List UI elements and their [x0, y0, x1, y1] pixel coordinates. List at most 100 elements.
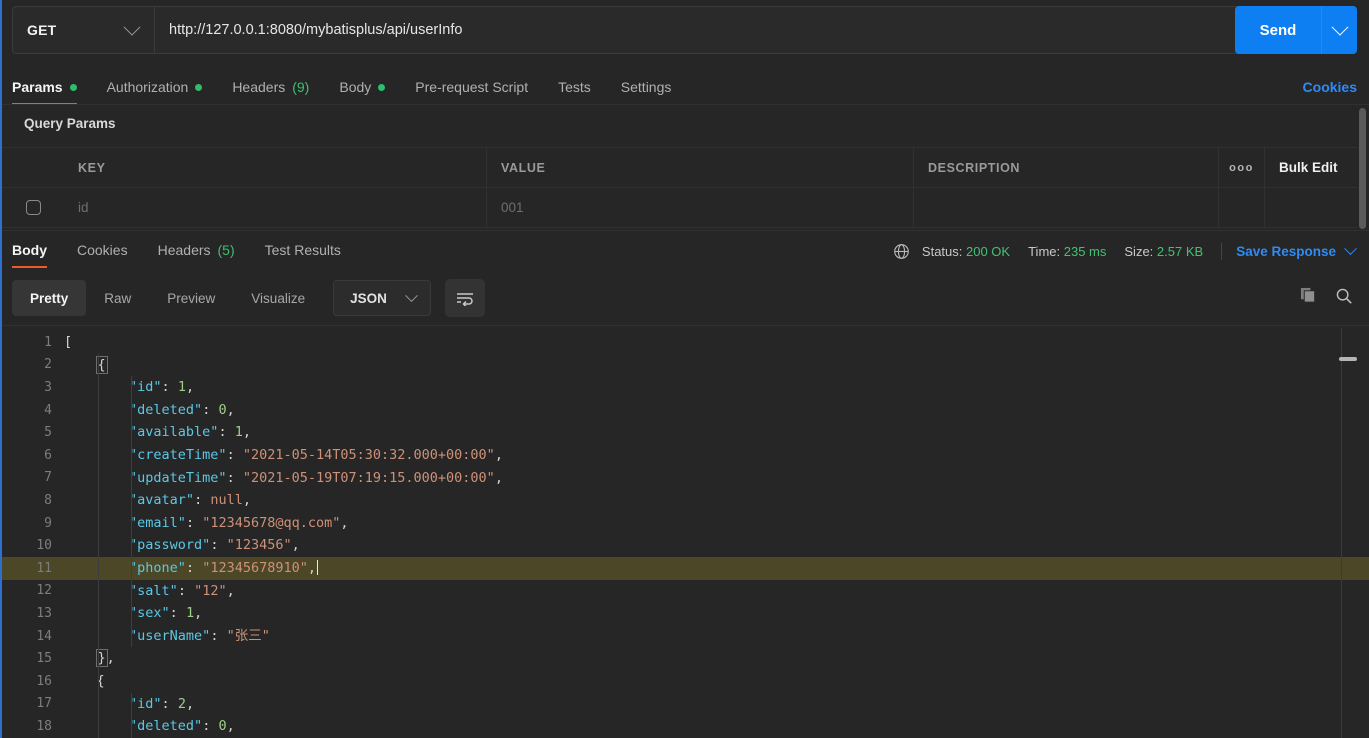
tab-label: Test Results: [264, 242, 341, 258]
code-line: 12 "salt": "12",: [2, 580, 1369, 603]
code-token: ,: [194, 605, 203, 622]
unsaved-dot-icon: [195, 83, 203, 91]
query-params-scrollbar[interactable]: [1359, 108, 1366, 229]
code-token: "available": [129, 424, 219, 441]
row-checkbox-cell: [2, 188, 64, 228]
code-text: "password": "123456",: [64, 534, 300, 557]
response-format-select[interactable]: JSON: [333, 280, 431, 316]
indent-guide: [98, 353, 99, 670]
code-token: ,: [242, 492, 251, 509]
search-button[interactable]: [1335, 287, 1353, 310]
code-text: "userName": "张三": [64, 625, 270, 648]
code-token: 0: [218, 401, 227, 418]
response-tab-body[interactable]: Body: [12, 242, 47, 268]
line-number: 5: [44, 425, 52, 441]
code-line: 10 "password": "123456",: [2, 534, 1369, 557]
url-input[interactable]: http://127.0.0.1:8080/mybatisplus/api/us…: [154, 6, 1357, 54]
copy-button[interactable]: [1300, 287, 1317, 309]
response-body-scrollbar[interactable]: [1339, 357, 1357, 361]
tab-tests[interactable]: Tests: [558, 79, 591, 105]
code-token: :: [161, 695, 178, 712]
row-description-input[interactable]: [914, 187, 1219, 228]
row-key-input[interactable]: id: [64, 187, 487, 228]
chevron-down-icon: [404, 288, 418, 302]
code-token: ,: [226, 582, 235, 599]
code-token: :: [202, 718, 219, 735]
code-token: 1: [185, 605, 195, 622]
code-token: "张三": [226, 627, 270, 644]
row-value-input[interactable]: 001: [487, 187, 914, 228]
divider: [2, 104, 1369, 105]
code-line: 11 "phone": "12345678910",: [2, 556, 1369, 580]
http-method-label: GET: [27, 22, 57, 38]
view-mode-visualize[interactable]: Visualize: [233, 280, 323, 316]
response-tab-cookies[interactable]: Cookies: [77, 242, 128, 268]
code-token: ,: [307, 559, 317, 576]
response-tab-test-results[interactable]: Test Results: [265, 242, 341, 268]
tab-settings[interactable]: Settings: [621, 79, 672, 105]
size-value: 2.57 KB: [1156, 244, 1204, 259]
tab-headers[interactable]: Headers (9): [232, 79, 309, 105]
send-button[interactable]: Send: [1235, 6, 1321, 54]
view-mode-pretty[interactable]: Pretty: [12, 280, 87, 316]
code-token: "createTime": [129, 446, 227, 463]
line-number: 4: [44, 402, 52, 418]
code-token: :: [218, 424, 235, 441]
view-mode-group: Pretty Raw Preview Visualize: [12, 280, 324, 316]
http-method-select[interactable]: GET: [12, 6, 154, 54]
code-token: "2021-05-19T07:19:15.000+00:00": [242, 469, 495, 486]
tab-label: Body: [12, 242, 47, 258]
tab-authorization[interactable]: Authorization: [107, 79, 203, 105]
status-label: Status:: [921, 244, 963, 259]
code-text: },: [64, 647, 115, 670]
status-value: 200 OK: [966, 244, 1011, 259]
code-token: ,: [494, 469, 503, 486]
word-wrap-icon: [456, 293, 473, 306]
tab-pre-request-script[interactable]: Pre-request Script: [415, 79, 528, 105]
row-checkbox[interactable]: [25, 200, 41, 215]
code-token: "email": [129, 514, 186, 531]
code-token: ,: [185, 695, 195, 712]
chevron-down-icon: [1344, 242, 1357, 256]
code-token: :: [169, 605, 186, 622]
view-mode-preview[interactable]: Preview: [149, 280, 233, 316]
code-line: 9 "email": "12345678@qq.com",: [2, 512, 1369, 535]
line-number: 11: [36, 560, 52, 576]
response-tab-headers[interactable]: Headers (5): [158, 242, 235, 268]
request-tabs: Params Authorization Headers (9) Body Pr…: [12, 66, 1357, 105]
tab-label: Body: [339, 79, 372, 95]
indent-guide: [131, 376, 132, 648]
tab-label: Params: [12, 79, 63, 95]
cookies-link[interactable]: Cookies: [1303, 79, 1357, 95]
line-number: 9: [44, 515, 52, 531]
code-text: "updateTime": "2021-05-19T07:19:15.000+0…: [64, 467, 503, 490]
tab-params[interactable]: Params: [12, 79, 77, 105]
table-options-button[interactable]: ooo: [1219, 147, 1265, 188]
table-row[interactable]: id 001: [2, 187, 1357, 228]
code-token: "deleted": [129, 401, 203, 418]
time-label: Time:: [1028, 244, 1061, 259]
code-text: "id": 1,: [64, 376, 194, 399]
response-body-code-viewer[interactable]: 1[2 {3 "id": 1, 4 "deleted": 0, 5 "availab…: [2, 326, 1369, 738]
send-options-button[interactable]: [1321, 6, 1357, 54]
unsaved-dot-icon: [378, 83, 386, 91]
code-token: ,: [242, 424, 251, 441]
code-token: :: [210, 627, 227, 644]
save-response-button[interactable]: Save Response: [1236, 242, 1357, 259]
response-meta: Status: 200 OK Time: 235 ms Size: 2.57 K…: [893, 242, 1357, 260]
code-token: "updateTime": [129, 469, 227, 486]
tab-body[interactable]: Body: [339, 79, 386, 105]
header-checkbox-cell: [2, 148, 64, 188]
request-url-bar: GET http://127.0.0.1:8080/mybatisplus/ap…: [12, 6, 1357, 54]
code-text: "salt": "12",: [64, 580, 235, 603]
unsaved-dot-icon: [69, 83, 77, 91]
code-token: ,: [340, 514, 349, 531]
view-mode-raw[interactable]: Raw: [86, 280, 149, 316]
bulk-edit-button[interactable]: Bulk Edit: [1265, 148, 1357, 188]
word-wrap-toggle[interactable]: [444, 279, 485, 317]
code-line: 17 "id": 2,: [2, 693, 1369, 716]
